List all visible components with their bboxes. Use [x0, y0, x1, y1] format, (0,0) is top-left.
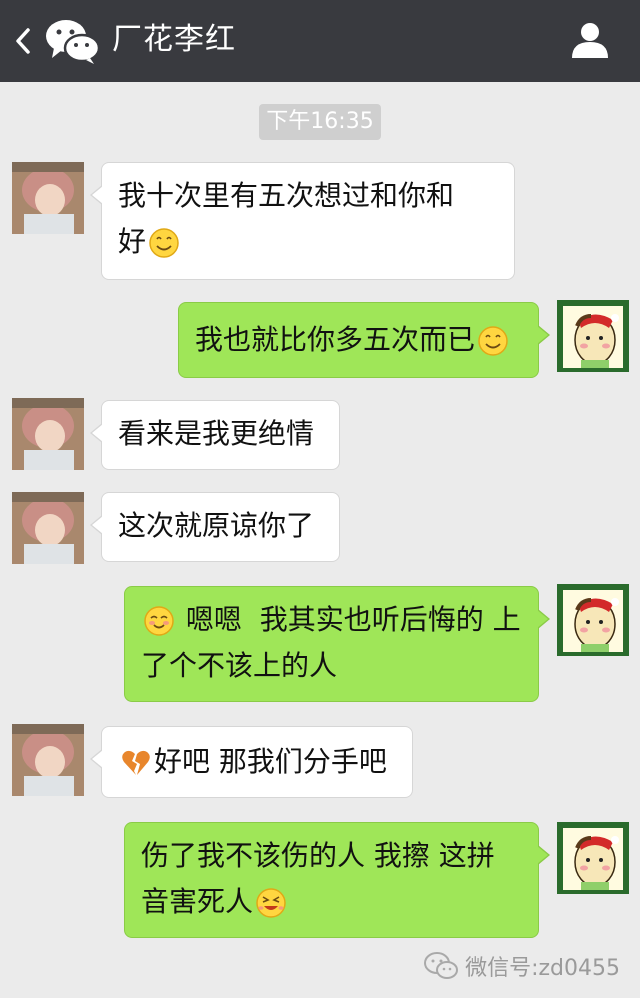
watermark: 微信号:zd0455 — [423, 948, 620, 984]
message-text: 了个不该上的人 — [141, 649, 338, 682]
message-text: 好 — [118, 225, 147, 258]
blush-smile-emoji-icon — [144, 606, 174, 636]
message-text: 音害死人 — [141, 885, 254, 918]
message-text: 我也就比你多五次而已 — [195, 323, 476, 356]
message-text: 看来是我更绝情 — [118, 417, 315, 450]
message-text: 好吧 那我们分手吧 — [154, 745, 387, 778]
message-text: 这次就原谅你了 — [118, 509, 315, 542]
squint-laugh-emoji-icon — [256, 888, 286, 918]
message-text: 我十次里有五次想过和你和 — [118, 179, 455, 212]
smile-emoji-icon — [149, 228, 179, 258]
watermark-text: 微信号:zd0455 — [465, 956, 620, 981]
incoming-message-bubble[interactable]: 我十次里有五次想过和你和 好 — [90, 162, 515, 280]
contact-avatar[interactable] — [12, 492, 84, 564]
broken-heart-icon — [122, 750, 150, 775]
incoming-message-bubble[interactable]: 好吧 那我们分手吧 — [90, 726, 413, 798]
my-avatar[interactable] — [557, 584, 629, 656]
chat-header: 厂花李红 — [0, 0, 640, 82]
contact-avatar[interactable] — [12, 724, 84, 796]
message-text: 伤了我不该伤的人 我擦 这拼 — [141, 839, 495, 872]
wechat-watermark-icon — [424, 952, 459, 979]
contact-avatar[interactable] — [12, 162, 84, 234]
outgoing-message-bubble[interactable]: 伤了我不该伤的人 我擦 这拼 音害死人 — [124, 822, 550, 938]
back-arrow-icon[interactable] — [12, 24, 34, 58]
profile-icon[interactable] — [570, 20, 610, 60]
smile-emoji-icon — [478, 326, 508, 356]
incoming-message-bubble[interactable]: 看来是我更绝情 — [90, 400, 340, 470]
incoming-message-bubble[interactable]: 这次就原谅你了 — [90, 492, 340, 562]
my-avatar[interactable] — [557, 300, 629, 372]
timestamp-badge: 下午16:35 — [259, 104, 381, 140]
outgoing-message-bubble[interactable]: 嗯嗯 我其实也听后悔的 上 了个不该上的人 — [124, 586, 550, 702]
outgoing-message-bubble[interactable]: 我也就比你多五次而已 — [178, 302, 550, 378]
contact-avatar[interactable] — [12, 398, 84, 470]
chat-title: 厂花李红 — [112, 22, 236, 57]
my-avatar[interactable] — [557, 822, 629, 894]
wechat-logo-icon — [46, 20, 100, 64]
message-text: 嗯嗯 我其实也听后悔的 上 — [185, 603, 521, 636]
